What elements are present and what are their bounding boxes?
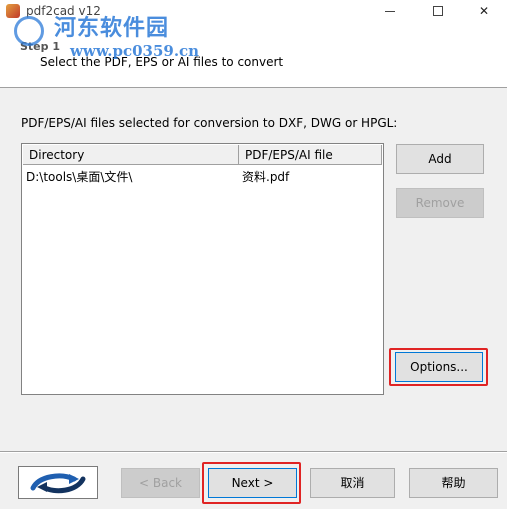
list-item-directory: D:\tools\桌面\文件\ [26,170,133,184]
close-icon: ✕ [478,4,490,18]
maximize-button[interactable] [415,0,461,22]
help-button[interactable]: 帮助 [409,468,498,498]
step-description: Select the PDF, EPS or AI files to conve… [40,55,284,69]
app-icon [6,4,20,18]
title-bar: pdf2cad v12 ✕ [0,0,507,22]
column-header-file[interactable]: PDF/EPS/AI file [239,145,382,165]
minimize-button[interactable] [367,0,413,22]
column-header-directory[interactable]: Directory [23,145,239,165]
options-highlight-box [389,348,488,386]
remove-button[interactable]: Remove [396,188,484,218]
window-title: pdf2cad v12 [26,4,101,18]
minimize-icon [385,10,395,12]
footer-divider [0,451,507,453]
next-highlight-box [202,462,301,504]
curved-arrows-logo-icon [30,473,86,494]
add-button[interactable]: Add [396,144,484,174]
step-label: Step 1 [20,40,60,53]
maximize-icon [433,6,443,16]
wizard-header: Step 1 Select the PDF, EPS or AI files t… [0,22,507,88]
back-button[interactable]: < Back [121,468,200,498]
list-item-file: 资料.pdf [242,170,290,184]
list-header: Directory PDF/EPS/AI file [23,145,382,165]
list-item[interactable]: D:\tools\桌面\文件\ 资料.pdf [23,168,382,186]
close-button[interactable]: ✕ [461,0,507,22]
cancel-button[interactable]: 取消 [310,468,395,498]
logo-box [18,466,98,499]
files-list[interactable]: Directory PDF/EPS/AI file D:\tools\桌面\文件… [21,143,384,395]
files-section-label: PDF/EPS/AI files selected for conversion… [21,116,398,130]
